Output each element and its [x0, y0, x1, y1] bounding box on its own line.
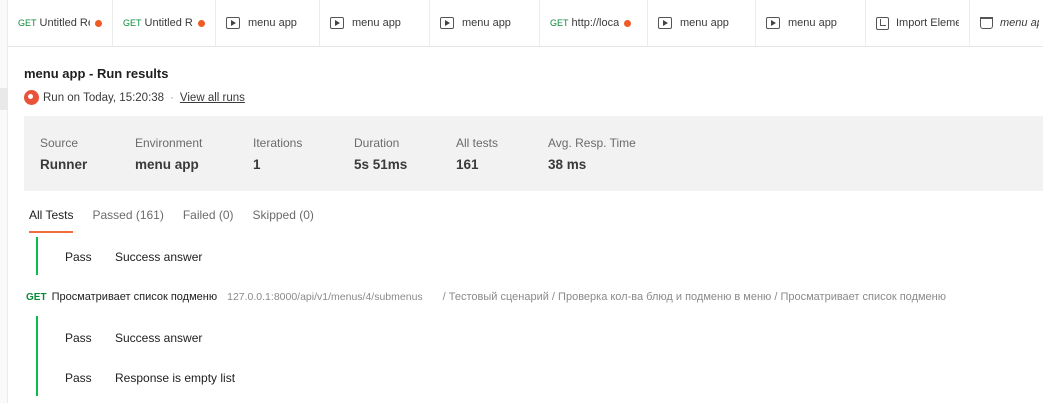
- stat-value: 38 ms: [548, 157, 587, 172]
- request-url: 127.0.0.1:8000/api/v1/menus/4/submenus: [227, 291, 423, 303]
- test-name: Response is empty list: [115, 371, 236, 385]
- tab-title: menu app: [680, 17, 729, 29]
- tab-title: http://loca: [571, 17, 620, 29]
- stat-value: Runner: [40, 157, 88, 172]
- unsaved-dot-icon: [624, 19, 632, 27]
- tab-title: Untitled Re: [39, 17, 90, 29]
- runner-icon: [440, 17, 454, 29]
- tab-title: menu app: [462, 17, 511, 29]
- tab-bar: GETUntitled ReGETUntitled Remenu appmenu…: [8, 0, 1043, 47]
- tab-title: Untitled Re: [144, 17, 193, 29]
- request-method: GET: [18, 18, 37, 28]
- run-summary-panel: Source Runner Environment menu app Itera…: [24, 116, 1043, 191]
- test-result-row: Pass Response is empty list: [65, 371, 235, 385]
- tab-title: menu app: [788, 17, 837, 29]
- tab-passed[interactable]: Passed (161): [92, 208, 163, 233]
- stat-iterations: Iterations 1: [253, 136, 302, 172]
- pass-group-bar: [36, 237, 38, 275]
- stat-all-tests: All tests 161: [456, 136, 498, 172]
- test-status: Pass: [65, 371, 92, 385]
- runner-icon: [226, 17, 240, 29]
- tab-skipped[interactable]: Skipped (0): [253, 208, 314, 233]
- test-status: Pass: [65, 331, 92, 345]
- left-gutter: [0, 0, 8, 403]
- stat-label: Avg. Resp. Time: [548, 136, 636, 150]
- stat-value: 5s 51ms: [354, 157, 408, 172]
- run-info: Run on Today, 15:20:38 · View all runs: [24, 90, 245, 105]
- request-path: / Тестовый сценарий / Проверка кол-ва бл…: [442, 291, 946, 303]
- import-icon: [876, 16, 889, 30]
- stat-label: Source: [40, 136, 79, 150]
- request-name: Просматривает список подменю: [51, 291, 218, 303]
- separator: ·: [170, 91, 174, 104]
- stat-label: Iterations: [253, 136, 303, 150]
- runner-icon: [658, 17, 672, 29]
- gutter-marker: [0, 88, 8, 110]
- test-status: Pass: [65, 250, 92, 264]
- runner-icon: [24, 90, 39, 105]
- tab-runner[interactable]: menu app: [430, 0, 540, 46]
- test-name: Success answer: [115, 250, 203, 264]
- unsaved-dot-icon: [95, 19, 102, 27]
- tab-failed[interactable]: Failed (0): [183, 208, 234, 233]
- result-filter-tabs: All Tests Passed (161) Failed (0) Skippe…: [29, 208, 333, 233]
- tab-collection[interactable]: menu ap: [970, 0, 1043, 46]
- view-all-runs-link[interactable]: View all runs: [180, 92, 245, 104]
- request-row[interactable]: GET Просматривает список подменю 127.0.0…: [26, 291, 1043, 303]
- stat-value: menu app: [135, 157, 199, 172]
- test-name: Success answer: [115, 331, 203, 345]
- stat-avg-response-time: Avg. Resp. Time 38 ms: [548, 136, 636, 172]
- tab-title: menu ap: [1000, 17, 1039, 29]
- page-title: menu app - Run results: [24, 66, 169, 81]
- collection-icon: [980, 17, 993, 29]
- unsaved-dot-icon: [198, 19, 205, 27]
- tab-runner[interactable]: menu app: [320, 0, 430, 46]
- run-timestamp: Run on Today, 15:20:38: [43, 91, 165, 104]
- stat-value: 1: [253, 157, 261, 172]
- request-method: GET: [550, 18, 569, 28]
- stat-duration: Duration 5s 51ms: [354, 136, 407, 172]
- tab-title: Import Eleme: [896, 17, 959, 29]
- tab-runner[interactable]: menu app: [756, 0, 866, 46]
- request-method: GET: [26, 292, 47, 303]
- pass-group-bar: [36, 316, 38, 396]
- test-result-row: Pass Success answer: [65, 250, 202, 264]
- tab-request[interactable]: GETUntitled Re: [8, 0, 113, 46]
- tab-all-tests[interactable]: All Tests: [29, 208, 74, 233]
- stat-label: All tests: [456, 136, 499, 150]
- tab-runner[interactable]: menu app: [216, 0, 320, 46]
- stat-label: Duration: [354, 136, 400, 150]
- tab-title: menu app: [352, 17, 401, 29]
- tab-request[interactable]: GETUntitled Re: [113, 0, 216, 46]
- tab-import[interactable]: Import Eleme: [866, 0, 970, 46]
- stat-label: Environment: [135, 136, 203, 150]
- request-method: GET: [123, 18, 142, 28]
- test-result-row: Pass Success answer: [65, 331, 202, 345]
- stat-value: 161: [456, 157, 479, 172]
- stat-source: Source Runner: [40, 136, 87, 172]
- tab-title: menu app: [248, 17, 297, 29]
- tab-runner[interactable]: menu app: [648, 0, 756, 46]
- tab-request[interactable]: GET http://loca: [540, 0, 648, 46]
- stat-environment: Environment menu app: [135, 136, 202, 172]
- runner-icon: [766, 17, 780, 29]
- runner-icon: [330, 17, 344, 29]
